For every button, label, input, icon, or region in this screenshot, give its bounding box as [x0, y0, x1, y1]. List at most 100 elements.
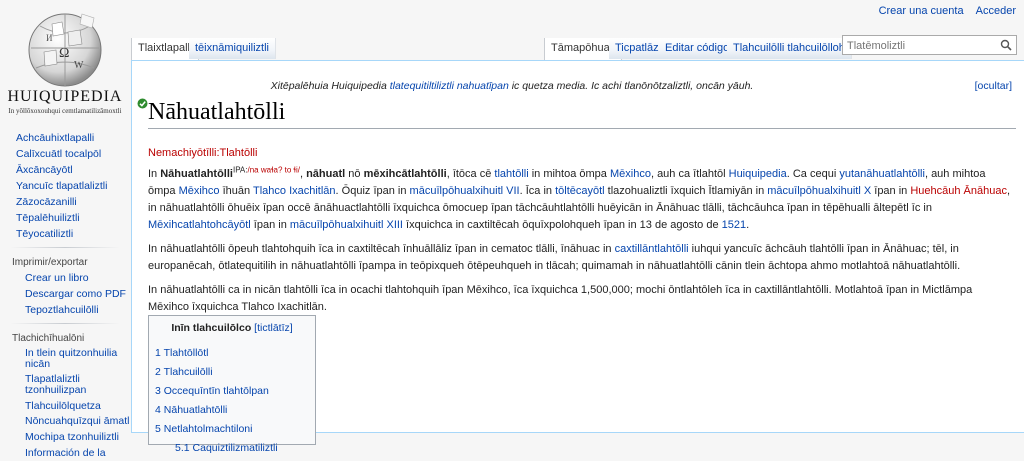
link[interactable]: Huiquipedia [729, 168, 787, 180]
svg-text:W: W [74, 60, 84, 71]
checkmark-icon [137, 98, 148, 109]
bold-term: mēxihcātlahtōlli [363, 168, 447, 180]
sidebar-item-recent-changes[interactable]: Yancuīc tlapatlaliztli [0, 178, 130, 194]
article-body: Nemachiyōtīlli:Tlahtōlli In Nāhuatlahtōl… [148, 145, 1016, 323]
toc-label: Netlahtolmachtiloni [163, 423, 253, 435]
content-area: Xitēpalēhuia Huiquipedia tlatequitiltili… [131, 60, 1024, 454]
toc-item[interactable]: 2 Tlahcuilōlli [155, 363, 315, 382]
bold-term: nāhuatl [306, 168, 346, 180]
logo-wordmark: HUIQUIPEDIA [7, 88, 123, 105]
notice-dismiss-link[interactable]: [ocultar] [975, 80, 1012, 92]
link[interactable]: mācuīlpōhualxihuitl X [767, 185, 871, 197]
ipa-tag: IPA: [232, 165, 248, 175]
tab-talk[interactable]: tēixnāmiquiliztli [189, 38, 276, 59]
sidebar-item-main-page[interactable]: Achcāuhixtlapalli [0, 130, 130, 146]
toc-header: Inīn tlahcuilōlco [tictlātīz] [149, 322, 315, 334]
tab-edit[interactable]: Ticpatlāz [609, 38, 666, 59]
redlink[interactable]: Huehcāuh Ānāhuac [910, 185, 1007, 197]
sidebar-heading-print[interactable]: Imprimir/exportar [0, 255, 130, 270]
sidebar-item-special-pages[interactable]: Nōncuahquīzqui āmatl [0, 414, 130, 429]
sidebar-item-page-information[interactable]: Información de la [0, 445, 130, 461]
link[interactable]: Tlahco Ixachitlān [253, 185, 336, 197]
text: in mihtoa ōmpa [528, 168, 610, 180]
text: In nāhuatlahtōlli ōpeuh tlahtohquih īca … [148, 243, 615, 255]
site-notice-text-suffix: ic quetza media. Ic achi tlanōnōtzaliztl… [508, 80, 754, 92]
link[interactable]: tōltēcayōtl [555, 185, 605, 197]
link[interactable]: mācuīlpōhualxihuitl XIII [290, 219, 403, 231]
ipa-note: IPA:/na waɬa? to ɬi/ [233, 165, 300, 174]
toc-number: 5 [155, 423, 161, 435]
search-input[interactable] [843, 37, 1001, 55]
create-account-link[interactable]: Crear una cuenta [879, 5, 964, 17]
personal-tools: Crear una cuenta Acceder [870, 5, 1016, 17]
site-logo[interactable]: Ω W И HUIQUIPEDIA In yōllōxoxouhqui cemt… [5, 8, 125, 120]
toc-number: 1 [155, 347, 161, 359]
sidebar-item-download-pdf[interactable]: Descargar como PDF [0, 286, 130, 302]
site-notice-link[interactable]: tlatequitiltiliztli nahuatīpan [390, 80, 509, 92]
paragraph-1: In NāhuatlahtōlliIPA:/na waɬa? to ɬi/, n… [148, 166, 1016, 234]
login-link[interactable]: Acceder [976, 5, 1016, 17]
text: īpan in [871, 185, 911, 197]
sidebar-item-current-events[interactable]: Āxcāncāyōtl [0, 162, 130, 178]
tab-history[interactable]: Tlahcuilōlli tlahcuilōlloh [727, 38, 852, 59]
sidebar-item-community-portal[interactable]: Calīxcuātl tocalpōl [0, 146, 130, 162]
link[interactable]: Mēxihco [179, 185, 220, 197]
toc-item[interactable]: 3 Occequīntīn tlahtōlpan [155, 382, 315, 401]
link[interactable]: tlahtōlli [494, 168, 528, 180]
toc-label: Tlahcuilōlli [163, 366, 213, 378]
text: . Īca in [519, 185, 556, 197]
toc-title: Inīn tlahcuilōlco [171, 322, 252, 334]
sidebar-item-create-book[interactable]: Crear un libro [0, 270, 130, 286]
toc-label: Tlahtōllōtl [163, 347, 209, 359]
sidebar-item-permanent-link[interactable]: Mochipa tzonhuiliztli [0, 429, 130, 445]
toc-toggle[interactable]: [tictlātīz] [254, 322, 293, 334]
text: tlazohualiztli īxquich Ītlamiyān in [604, 185, 768, 197]
toc-number: 5.1 [175, 442, 190, 454]
paragraph-3: In nāhuatlahtōlli ca in nicān tlahtōlli … [148, 284, 973, 313]
sidebar-item-upload-file[interactable]: Tlahcuilōlquetza [0, 398, 130, 414]
sidebar-item-printable[interactable]: Tepoztlahcuilōlli [0, 302, 130, 318]
sidebar-item-what-links-here[interactable]: In tlein quitzonhuilia nicān [0, 346, 130, 372]
toc-item[interactable]: 4 Nāhuatlahtōlli [155, 401, 315, 420]
toc-list: 1 Tlahtōllōtl 2 Tlahcuilōlli 3 Occequīnt… [155, 344, 315, 458]
puzzle-globe-icon: Ω W И [28, 13, 102, 87]
text: nō [345, 168, 364, 180]
toc-number: 3 [155, 385, 161, 397]
site-notice: Xitēpalēhuia Huiquipedia tlatequitiltili… [132, 80, 892, 92]
logo-tagline: In yōllōxoxouhqui cemtlamatilizāmoxtli [8, 107, 122, 115]
search-box [842, 35, 1017, 55]
link[interactable]: caxtillāntlahtōlli [615, 243, 689, 255]
text: īxquichca in caxtiltēcah ōquīxpolohqueh … [403, 219, 722, 231]
link[interactable]: 1521 [722, 219, 746, 231]
toc-item[interactable]: 5 Netlahtolmachtiloni [155, 420, 315, 439]
sidebar-item-random-page[interactable]: Zāzocāzanilli [0, 194, 130, 210]
redirect-note[interactable]: Nemachiyōtīlli:Tlahtōlli [148, 147, 257, 159]
text: . Ca cequi [786, 168, 840, 180]
bold-term: Nāhuatlahtōlli [160, 168, 233, 180]
text: . [746, 219, 750, 231]
toc-label: Occequīntīn tlahtōlpan [163, 385, 269, 397]
search-icon[interactable] [1000, 39, 1012, 51]
svg-text:Ω: Ω [59, 46, 69, 61]
link[interactable]: Mēxihco [610, 168, 651, 180]
text: īpan in [250, 219, 290, 231]
toc-number: 2 [155, 366, 161, 378]
toc-item[interactable]: 1 Tlahtōllōtl [155, 344, 315, 363]
sidebar-item-donate[interactable]: Tēyocatiliztli [0, 226, 130, 242]
text: . Ōquiz īpan in [335, 185, 410, 197]
link[interactable]: yutanāhuatlahtōlli [839, 168, 925, 180]
link[interactable]: Mēxihcatlahtohcāyōtl [148, 219, 251, 231]
toc-subitem[interactable]: 5.1 Caquiztilizmatiliztli [155, 439, 315, 458]
ipa-link[interactable]: /na waɬa? to ɬi/ [248, 165, 300, 174]
tab-edit-source[interactable]: Editar código [659, 38, 737, 59]
sidebar-divider [10, 247, 120, 248]
sidebar-item-related-changes[interactable]: Tlapatlaliztli tzonhuilizpan [0, 372, 130, 398]
page-title: Nāhuatlahtōlli [148, 99, 1016, 129]
sidebar-heading-tools[interactable]: Tlachichīhualōni [0, 331, 130, 346]
toc-label: Caquiztilizmatiliztli [192, 442, 278, 454]
link[interactable]: mācuīlpōhualxihuitl VII [410, 185, 520, 197]
text: , auh ca ītlahtōl [650, 168, 729, 180]
svg-text:И: И [46, 33, 53, 43]
toc-label: Nāhuatlahtōlli [163, 404, 228, 416]
sidebar-item-help[interactable]: Tēpalēhuiliztli [0, 210, 130, 226]
